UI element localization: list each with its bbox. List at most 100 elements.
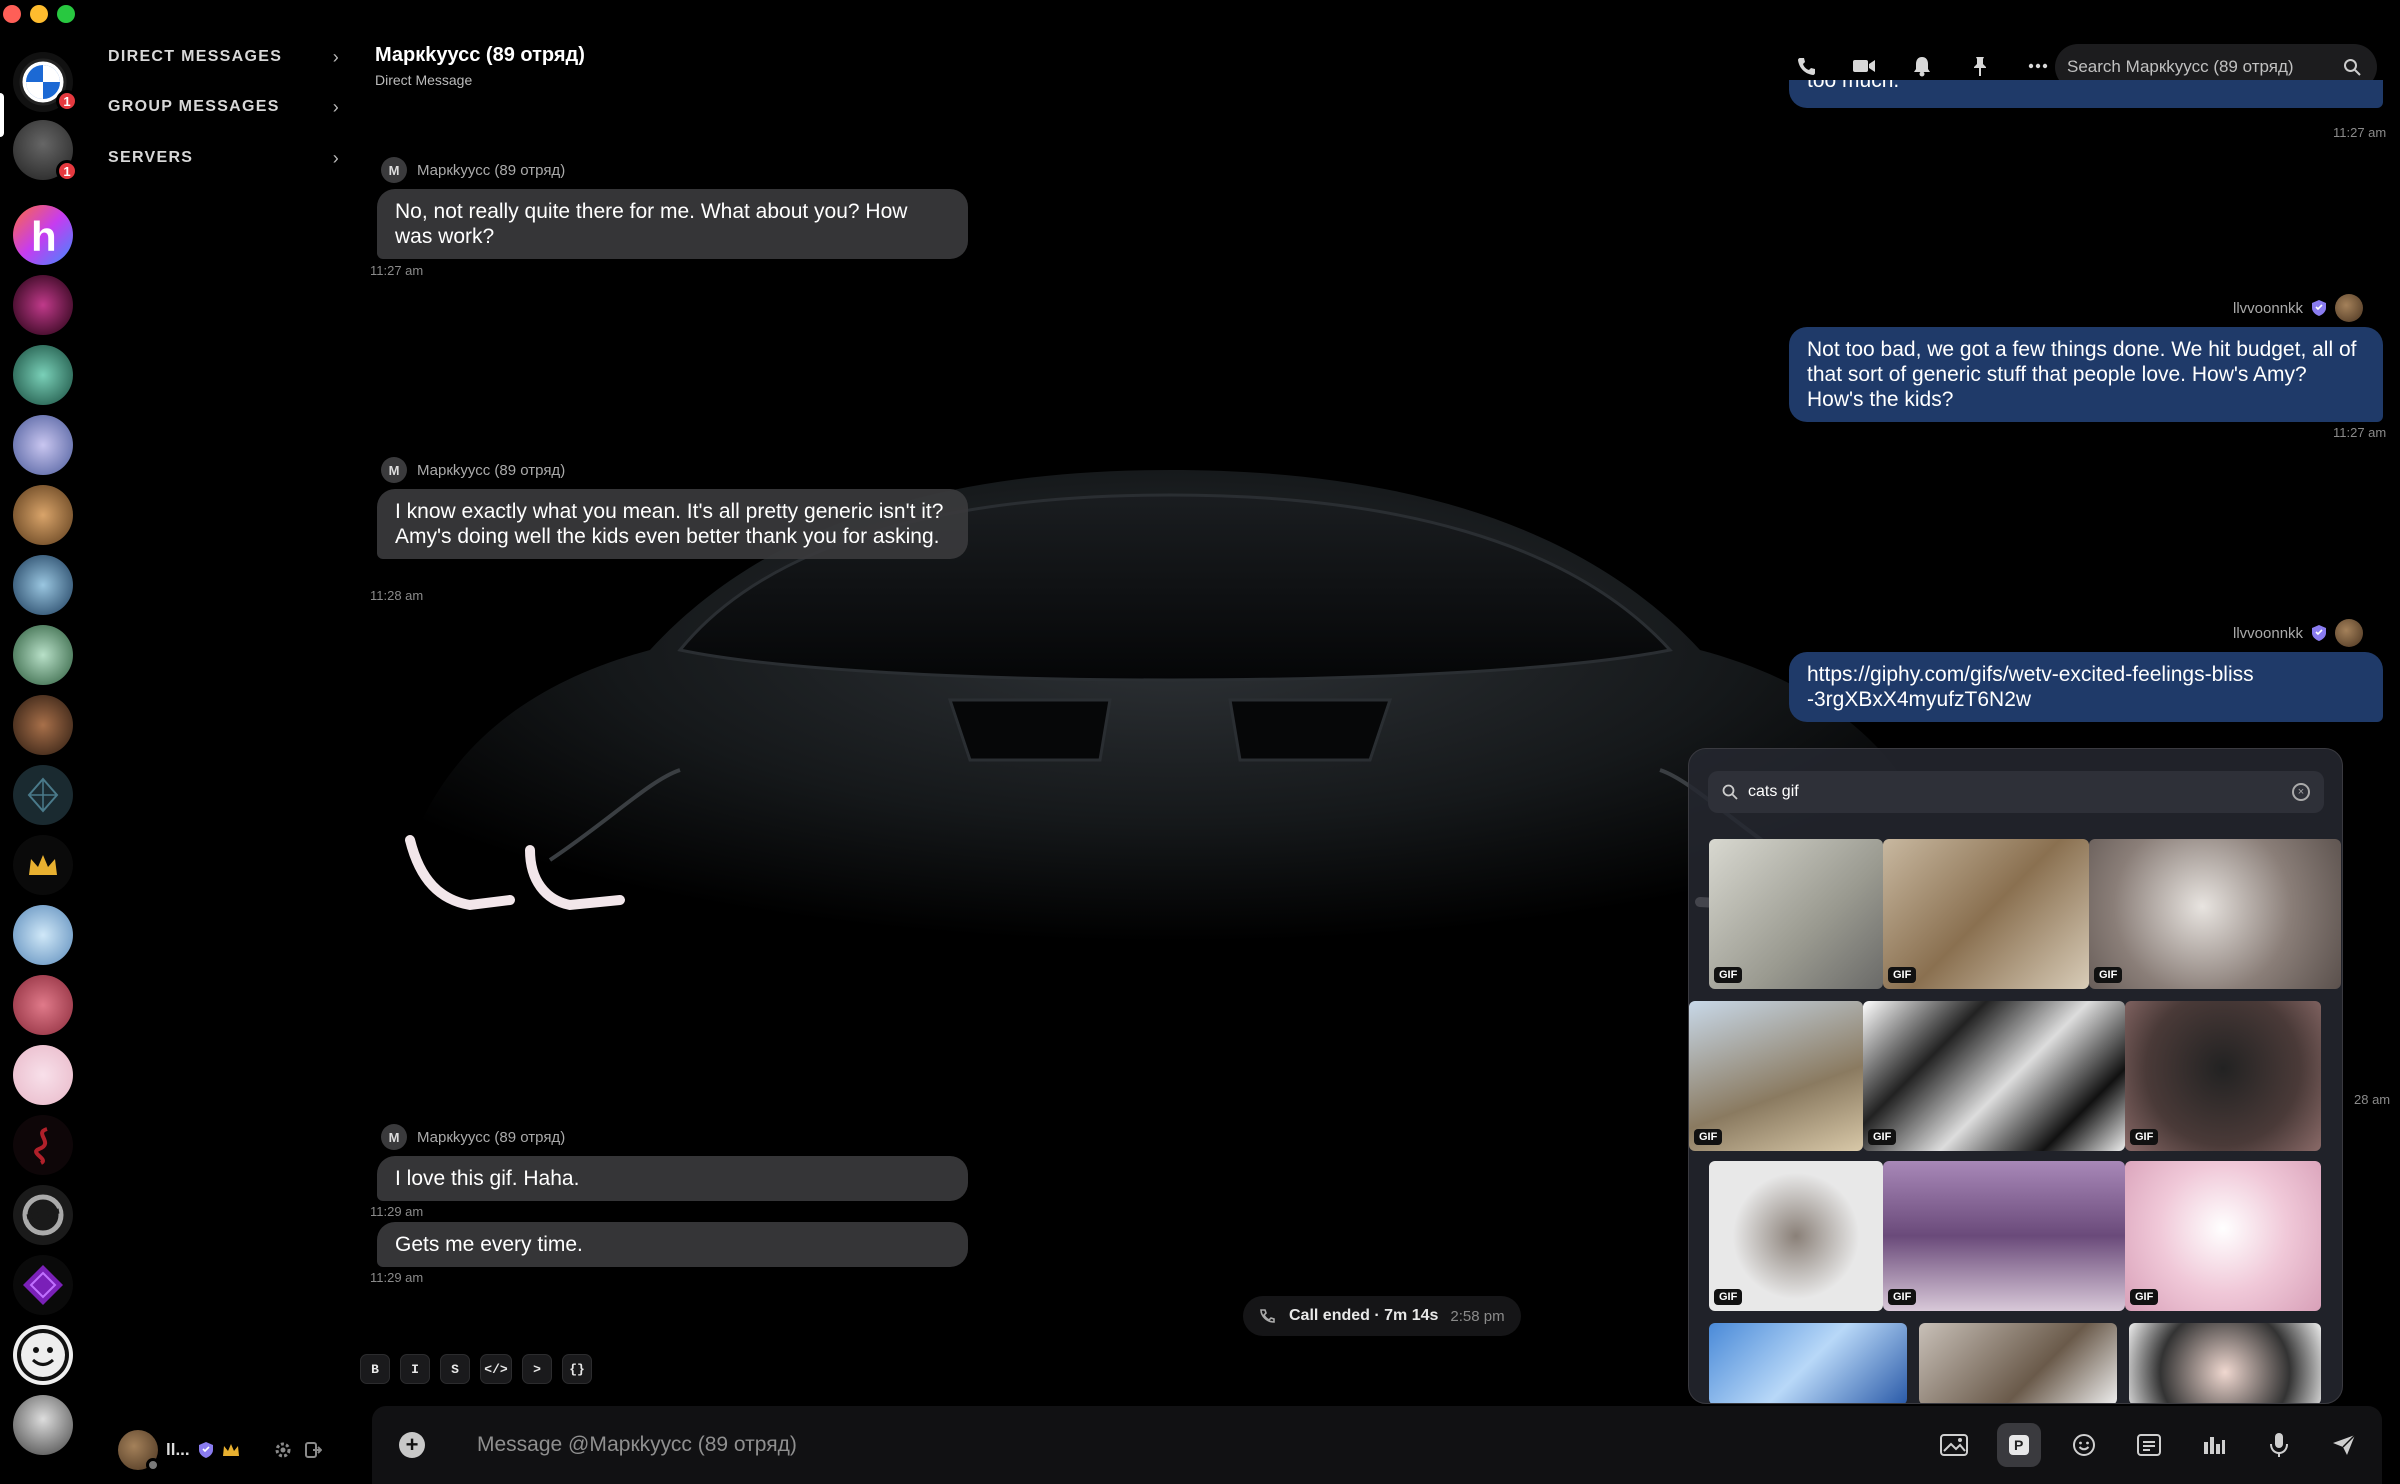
timestamp: 11:29 am	[370, 1270, 424, 1285]
message-bubble[interactable]: I love this gif. Haha.	[377, 1156, 968, 1201]
notification-badge: 1	[56, 90, 78, 112]
search-icon	[1722, 784, 1738, 800]
bold-button[interactable]: B	[360, 1354, 390, 1384]
call-time: 2:58 pm	[1450, 1307, 1505, 1325]
code-button[interactable]: </>	[480, 1354, 512, 1384]
server-h[interactable]: h	[13, 205, 73, 265]
send-icon[interactable]	[2322, 1423, 2366, 1467]
gif-label: GIF	[1714, 1289, 1743, 1305]
clear-search-icon[interactable]: ×	[2292, 783, 2310, 801]
gif-result[interactable]: GIF	[2089, 839, 2341, 989]
chevron-right-icon: ›	[332, 46, 340, 67]
italic-button[interactable]: I	[400, 1354, 430, 1384]
gif-result[interactable]: GIF	[2125, 1161, 2321, 1311]
server-smiley[interactable]	[13, 1325, 73, 1385]
server-green-anime[interactable]	[13, 625, 73, 685]
gif-search-input[interactable]	[1748, 783, 2282, 801]
server-ghost[interactable]	[13, 1395, 73, 1455]
server-cat[interactable]	[13, 485, 73, 545]
gif-result[interactable]	[2129, 1323, 2321, 1403]
quote-button[interactable]: >	[522, 1354, 552, 1384]
gif-label: GIF	[1888, 1289, 1917, 1305]
server-pink[interactable]	[13, 275, 73, 335]
server-anime[interactable]	[13, 415, 73, 475]
gif-result[interactable]: GIF	[1709, 1161, 1883, 1311]
server-crown[interactable]	[13, 835, 73, 895]
server-teal[interactable]	[13, 345, 73, 405]
search-input[interactable]	[2067, 57, 2337, 77]
server-diamond[interactable]	[13, 1255, 73, 1315]
selected-indicator	[0, 93, 4, 137]
gif-result[interactable]: GIF	[1883, 1161, 2125, 1311]
sticker-icon[interactable]	[2127, 1423, 2171, 1467]
window-controls	[3, 5, 75, 23]
microphone-icon[interactable]	[2257, 1423, 2301, 1467]
minimize-window-button[interactable]	[30, 5, 48, 23]
video-camera-icon[interactable]	[1848, 50, 1880, 82]
image-upload-icon[interactable]	[1932, 1423, 1976, 1467]
more-options-icon[interactable]	[2022, 50, 2054, 82]
server-circle[interactable]	[13, 1185, 73, 1245]
gif-result[interactable]: GIF	[1709, 839, 1883, 989]
message-bubble-partial[interactable]: too much.	[1789, 80, 2383, 108]
user-bar: ll...	[118, 1430, 324, 1472]
zoom-window-button[interactable]	[57, 5, 75, 23]
strikethrough-button[interactable]: S	[440, 1354, 470, 1384]
server-dark[interactable]	[13, 765, 73, 825]
gif-result[interactable]: GIF	[1883, 839, 2089, 989]
composer-actions: P	[1932, 1423, 2366, 1467]
gif-result[interactable]	[1919, 1323, 2117, 1403]
poll-chart-icon[interactable]	[2192, 1423, 2236, 1467]
message-bubble[interactable]: No, not really quite there for me. What …	[377, 189, 968, 259]
phone-hangup-icon	[1260, 1309, 1275, 1323]
avatar[interactable]	[2335, 294, 2364, 322]
phone-icon[interactable]	[1790, 50, 1822, 82]
gif-result[interactable]: GIF	[1863, 1001, 2125, 1151]
close-window-button[interactable]	[3, 5, 21, 23]
bell-icon[interactable]	[1906, 50, 1938, 82]
shield-icon	[2312, 625, 2327, 641]
add-attachment-button[interactable]: +	[399, 1432, 425, 1458]
settings-gear-icon[interactable]	[272, 1439, 294, 1461]
gif-picker-button[interactable]: P	[1997, 1423, 2041, 1467]
crystal-icon	[27, 777, 59, 813]
message-bubble[interactable]: Gets me every time.	[377, 1222, 968, 1267]
gif-result[interactable]: GIF	[1689, 1001, 1863, 1151]
message-text: I love this gif. Haha.	[395, 1167, 580, 1190]
server-snake[interactable]	[13, 1115, 73, 1175]
gif-result[interactable]	[1709, 1323, 1907, 1403]
nav-label: GROUP MESSAGES	[108, 98, 280, 115]
emoji-icon[interactable]	[2062, 1423, 2106, 1467]
avatar[interactable]: M	[381, 457, 407, 483]
logout-icon[interactable]	[302, 1439, 324, 1461]
avatar[interactable]: M	[381, 1124, 407, 1150]
server-pastel[interactable]	[13, 1045, 73, 1105]
search-icon[interactable]	[2343, 58, 2361, 76]
author-name: Маркkуусс (89 отряд)	[417, 1128, 566, 1146]
server-earth[interactable]	[13, 555, 73, 615]
avatar[interactable]: M	[381, 157, 407, 183]
message-input[interactable]	[477, 1428, 1777, 1462]
server-shell[interactable]	[13, 905, 73, 965]
nav-label: SERVERS	[108, 149, 194, 166]
status-indicator	[146, 1458, 160, 1472]
shield-icon	[2312, 300, 2327, 316]
nav-group-messages[interactable]: GROUP MESSAGES ›	[108, 92, 340, 122]
timestamp: 11:29 am	[370, 1204, 424, 1219]
message-bubble[interactable]: https://giphy.com/gifs/wetv-excited-feel…	[1789, 652, 2383, 722]
message-bubble[interactable]: Not too bad, we got a few things done. W…	[1789, 327, 2383, 422]
code-block-button[interactable]: {}	[562, 1354, 592, 1384]
crown-icon	[222, 1444, 239, 1456]
pin-icon[interactable]	[1964, 50, 1996, 82]
timestamp-partial: 28 am	[2354, 1092, 2391, 1107]
message-text: Not too bad, we got a few things done. W…	[1807, 338, 2357, 411]
server-brown[interactable]	[13, 695, 73, 755]
server-red-pattern[interactable]	[13, 975, 73, 1035]
avatar[interactable]	[118, 1430, 160, 1472]
nav-servers[interactable]: SERVERS ›	[108, 143, 340, 173]
nav-direct-messages[interactable]: DIRECT MESSAGES ›	[108, 42, 340, 72]
gif-result[interactable]: GIF	[2125, 1001, 2321, 1151]
message-link[interactable]: https://giphy.com/gifs/wetv-excited-feel…	[1807, 662, 2257, 712]
message-bubble[interactable]: I know exactly what you mean. It's all p…	[377, 489, 968, 559]
avatar[interactable]	[2335, 619, 2364, 647]
